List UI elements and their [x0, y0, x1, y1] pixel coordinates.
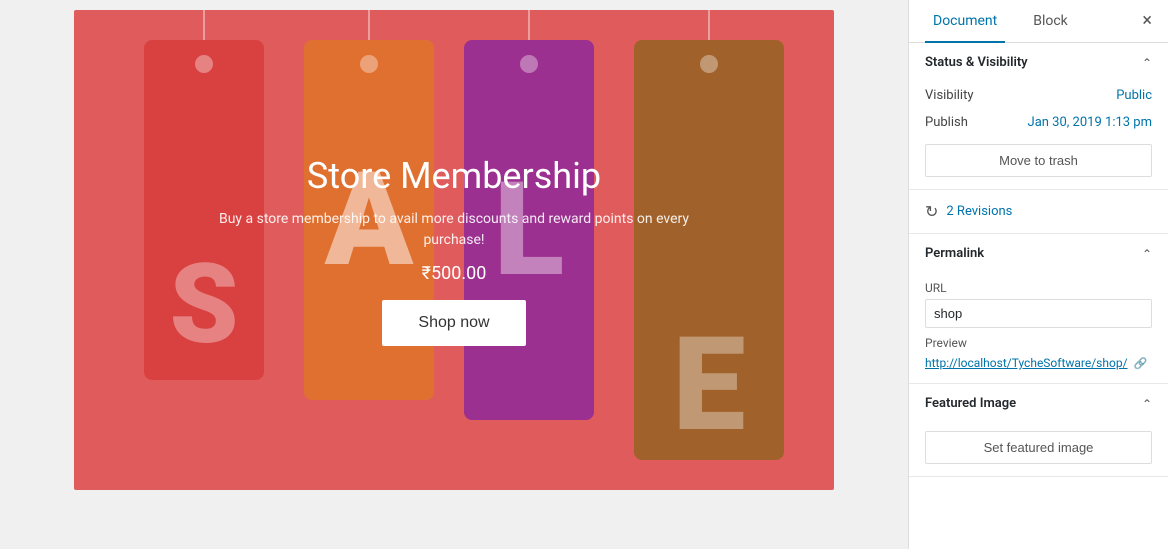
banner-subtitle: Buy a store membership to avail more dis…	[214, 209, 694, 251]
revisions-section: ↻ 2 Revisions	[909, 190, 1168, 234]
permalink-url-input[interactable]	[925, 299, 1152, 328]
chevron-up-icon: ⌃	[1142, 56, 1152, 70]
status-visibility-header[interactable]: Status & Visibility ⌃	[909, 43, 1168, 82]
sidebar: Document Block × Status & Visibility ⌃ V…	[908, 0, 1168, 549]
permalink-chevron-icon: ⌃	[1142, 247, 1152, 261]
revisions-row[interactable]: ↻ 2 Revisions	[909, 190, 1168, 233]
banner-text-overlay: Store Membership Buy a store membership …	[74, 10, 834, 490]
featured-image-chevron-icon: ⌃	[1142, 397, 1152, 411]
permalink-url-label: URL	[925, 281, 1152, 295]
shop-now-button[interactable]: Shop now	[382, 300, 525, 346]
permalink-preview-row: http://localhost/TycheSoftware/shop/ 🔗	[925, 352, 1152, 371]
featured-image-content: Set featured image	[909, 423, 1168, 476]
permalink-header[interactable]: Permalink ⌃	[909, 234, 1168, 273]
permalink-title: Permalink	[925, 246, 984, 261]
permalink-preview-link[interactable]: http://localhost/TycheSoftware/shop/	[925, 356, 1128, 370]
banner-title: Store Membership	[307, 155, 601, 197]
banner: S A L E Store Membership Buy a store mem…	[74, 10, 834, 490]
permalink-content: URL Preview http://localhost/TycheSoftwa…	[909, 273, 1168, 383]
sidebar-tabs: Document Block ×	[909, 0, 1168, 43]
featured-image-header[interactable]: Featured Image ⌃	[909, 384, 1168, 423]
tab-document[interactable]: Document	[925, 1, 1005, 43]
visibility-value[interactable]: Public	[1116, 88, 1152, 103]
permalink-preview-label: Preview	[925, 336, 1152, 350]
status-visibility-title: Status & Visibility	[925, 55, 1028, 70]
move-to-trash-button[interactable]: Move to trash	[925, 144, 1152, 177]
publish-value[interactable]: Jan 30, 2019 1:13 pm	[1028, 115, 1152, 130]
featured-image-section: Featured Image ⌃ Set featured image	[909, 384, 1168, 477]
publish-label: Publish	[925, 115, 968, 130]
tab-block[interactable]: Block	[1025, 1, 1076, 43]
publish-row: Publish Jan 30, 2019 1:13 pm	[909, 109, 1168, 136]
external-link-icon[interactable]: 🔗	[1134, 357, 1148, 370]
status-visibility-section: Status & Visibility ⌃ Visibility Public …	[909, 43, 1168, 190]
visibility-row: Visibility Public	[909, 82, 1168, 109]
visibility-label: Visibility	[925, 88, 974, 103]
featured-image-title: Featured Image	[925, 396, 1016, 411]
close-icon[interactable]: ×	[1142, 12, 1152, 30]
banner-price: ₹500.00	[422, 263, 487, 284]
set-featured-image-button[interactable]: Set featured image	[925, 431, 1152, 464]
revisions-text: 2 Revisions	[946, 204, 1012, 219]
permalink-section: Permalink ⌃ URL Preview http://localhost…	[909, 234, 1168, 384]
main-content: S A L E Store Membership Buy a store mem…	[0, 0, 908, 549]
revisions-icon: ↻	[925, 202, 938, 221]
